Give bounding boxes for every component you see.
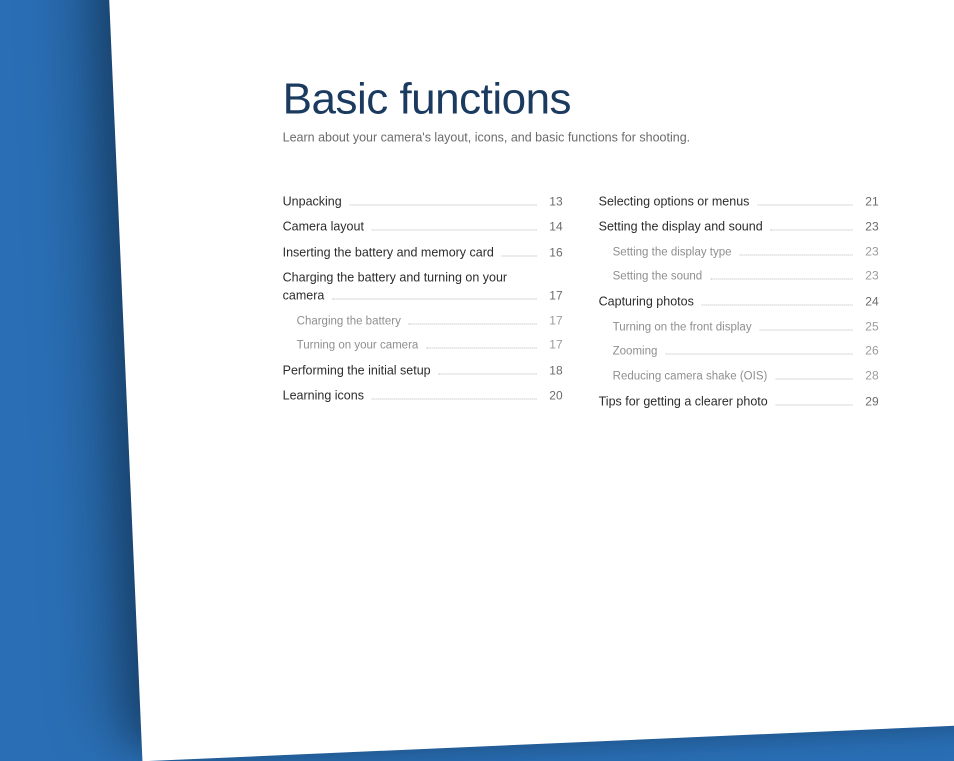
toc-leader (740, 254, 853, 255)
toc-label: Tips for getting a clearer photo (599, 392, 772, 410)
toc-entry[interactable]: Selecting options or menus 21 (599, 192, 879, 210)
toc-page: 28 (857, 367, 879, 384)
toc-leader (710, 279, 852, 280)
toc-subentry[interactable]: Setting the sound 23 (599, 268, 879, 286)
toc-leader (350, 204, 537, 205)
toc-subentry[interactable]: Turning on the front display 25 (599, 318, 879, 336)
toc-page: 26 (857, 343, 879, 360)
toc-entry[interactable]: Camera layout 14 (283, 218, 563, 236)
toc-leader (775, 378, 852, 379)
toc-leader (332, 299, 536, 300)
toc-leader (426, 348, 536, 349)
toc-page: 13 (541, 193, 563, 210)
toc-entry[interactable]: Tips for getting a clearer photo 29 (599, 392, 879, 410)
toc-leader (409, 323, 537, 324)
toc-entry[interactable]: Inserting the battery and memory card 16 (283, 243, 563, 261)
page-subtitle: Learn about your camera's layout, icons,… (283, 130, 937, 144)
toc-page: 16 (541, 244, 563, 261)
toc-page: 29 (857, 393, 879, 410)
toc-label: Selecting options or menus (599, 192, 754, 210)
toc-label: Setting the display and sound (599, 218, 767, 236)
toc-page: 23 (857, 243, 879, 260)
toc-leader (372, 230, 537, 231)
toc-leader (776, 404, 853, 405)
toc-page: 14 (541, 219, 563, 236)
toc-label: Setting the sound (613, 269, 707, 286)
toc-subentry[interactable]: Zooming 26 (599, 343, 879, 361)
toc-label: Learning icons (283, 387, 368, 405)
toc-column-left: Unpacking 13 Camera layout 14 Inserting the … (283, 192, 563, 417)
toc-leader (702, 305, 853, 306)
document-page: Basic functions Learn about your camera'… (108, 0, 954, 761)
toc-label: Camera layout (283, 218, 368, 236)
toc-leader (665, 354, 852, 355)
toc-page: 17 (541, 288, 563, 305)
toc-column-right: Selecting options or menus 21 Setting the … (599, 192, 879, 417)
toc-page: 20 (541, 388, 563, 405)
toc-entry[interactable]: Charging the battery and turning on your… (283, 269, 563, 306)
toc-leader (771, 230, 853, 231)
toc-label: Inserting the battery and memory card (283, 243, 498, 261)
toc-page: 25 (857, 318, 879, 335)
toc-page: 23 (857, 268, 879, 285)
toc-entry[interactable]: Capturing photos 24 (599, 293, 879, 311)
page-content: Basic functions Learn about your camera'… (283, 74, 937, 417)
toc-page: 18 (541, 363, 563, 380)
toc-columns: Unpacking 13 Camera layout 14 Inserting the … (283, 192, 937, 417)
toc-leader (757, 204, 852, 205)
toc-entry[interactable]: Setting the display and sound 23 (599, 218, 879, 236)
toc-page: 21 (857, 193, 879, 210)
toc-label: Setting the display type (613, 244, 736, 261)
toc-entry[interactable]: Performing the initial setup 18 (283, 362, 563, 380)
toc-leader (372, 399, 537, 400)
toc-label: Charging the battery and turning on your (283, 269, 563, 287)
toc-subentry[interactable]: Turning on your camera 17 (283, 337, 563, 355)
toc-subentry[interactable]: Setting the display type 23 (599, 243, 879, 261)
toc-leader (760, 329, 853, 330)
toc-page: 17 (541, 337, 563, 354)
toc-entry[interactable]: Unpacking 13 (283, 192, 563, 210)
toc-leader (439, 374, 537, 375)
toc-subentry[interactable]: Reducing camera shake (OIS) 28 (599, 367, 879, 385)
toc-leader (502, 255, 537, 256)
toc-page: 23 (857, 219, 879, 236)
toc-label: Zooming (613, 344, 662, 361)
toc-label: Unpacking (283, 192, 346, 210)
toc-label: Charging the battery (297, 313, 405, 330)
toc-label: Turning on the front display (613, 319, 756, 336)
toc-label: camera (283, 287, 329, 305)
page-title: Basic functions (283, 74, 937, 124)
toc-subentry[interactable]: Charging the battery 17 (283, 312, 563, 330)
toc-page: 24 (857, 294, 879, 311)
toc-label: Performing the initial setup (283, 362, 435, 380)
toc-entry[interactable]: Learning icons 20 (283, 387, 563, 405)
toc-label: Capturing photos (599, 293, 698, 311)
toc-label: Turning on your camera (297, 338, 423, 355)
toc-label: Reducing camera shake (OIS) (613, 368, 772, 385)
toc-page: 17 (541, 312, 563, 329)
